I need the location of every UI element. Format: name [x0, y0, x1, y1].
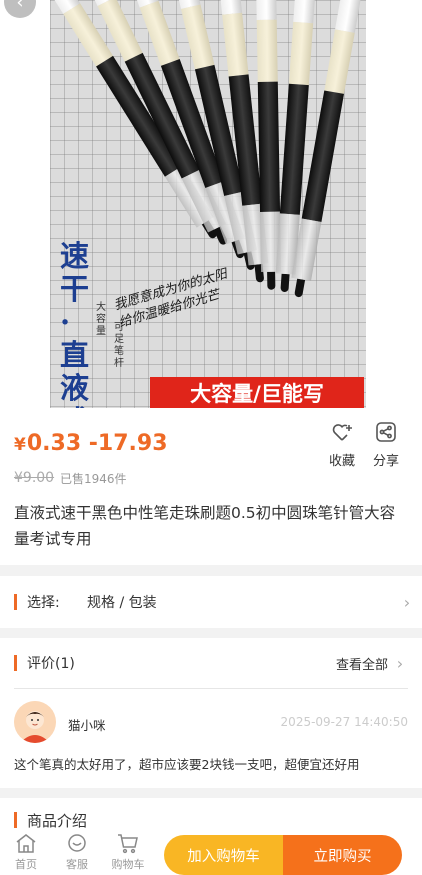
review-item: 猫小咪 2025-09-27 14:40:50: [0, 689, 422, 751]
home-icon: [16, 834, 36, 853]
share-label: 分享: [372, 454, 399, 469]
spec-selector-label: 选择:: [27, 595, 60, 611]
sold-count: 已售1946件: [60, 472, 127, 486]
spec-selector-value: 规格 / 包装: [87, 595, 157, 611]
product-photo: [50, 0, 366, 408]
add-to-cart-button[interactable]: 加入购物车: [164, 835, 283, 875]
section-accent-bar: [14, 594, 17, 610]
product-intro-heading: 商品介绍: [27, 811, 88, 830]
hero-vertical-title: 速干·直液式: [60, 239, 90, 409]
favorite-button[interactable]: 收藏: [322, 420, 362, 469]
price-section: ¥0.33 -17.93 ¥9.00 已售1946件 收藏 分享 直液式速干黑色…: [0, 408, 422, 565]
review-text: 这个笔真的太好用了，超市应该要2块钱一支吧，超便宜还好用: [14, 757, 360, 772]
chevron-right-icon: ›: [396, 653, 404, 673]
price-range: 0.33 -17.93: [26, 431, 168, 456]
heart-plus-icon: [332, 424, 352, 441]
hero-banner: 大容量/巨能写: [150, 377, 364, 408]
product-image[interactable]: ‹ 速干·直液式 大容量 可足笔杆 我愿意成为你的太阳 给你温暖给你光芒 大容量…: [0, 0, 422, 408]
original-price: ¥9.00: [14, 470, 55, 486]
buy-now-button[interactable]: 立即购买: [283, 835, 402, 875]
see-all-reviews-link[interactable]: 查看全部: [336, 654, 388, 673]
hero-subtext: 大容量: [96, 302, 106, 337]
review-date: 2025-09-27 14:40:50: [280, 715, 408, 729]
nav-cart-label: 购物车: [111, 858, 145, 871]
reviews-header: 评价(1) 查看全部 ›: [0, 638, 422, 688]
back-button[interactable]: ‹: [4, 0, 36, 18]
chevron-left-icon: ‹: [16, 0, 24, 13]
section-accent-bar: [14, 655, 17, 671]
product-detail-page: ‹ 速干·直液式 大容量 可足笔杆 我愿意成为你的太阳 给你温暖给你光芒 大容量…: [0, 0, 422, 875]
spec-selector[interactable]: 选择: 规格 / 包装 ›: [0, 576, 422, 628]
favorite-label: 收藏: [328, 454, 355, 469]
chevron-right-icon: ›: [403, 592, 411, 612]
reviewer-name: 猫小咪: [68, 718, 106, 733]
nav-customer-service[interactable]: 客服: [57, 832, 97, 872]
nav-cart[interactable]: 购物车: [108, 832, 148, 872]
customer-service-icon: [68, 834, 86, 852]
reviews-heading: 评价(1): [27, 656, 75, 672]
price: ¥0.33 -17.93: [14, 431, 168, 456]
avatar: [14, 701, 56, 743]
nav-home-label: 首页: [15, 858, 37, 871]
share-icon: [376, 422, 396, 442]
product-title: 直液式速干黑色中性笔走珠刷题0.5初中圆珠笔针管大容量考试专用: [14, 504, 396, 548]
nav-customer-service-label: 客服: [66, 858, 88, 871]
nav-home[interactable]: 首页: [6, 832, 46, 872]
cart-icon: [118, 834, 138, 854]
share-button[interactable]: 分享: [366, 420, 406, 469]
section-accent-bar: [14, 812, 17, 828]
currency-symbol: ¥: [14, 435, 26, 455]
bottom-action-bar: 首页 客服 购物车 加入购物车 立即购买: [0, 830, 422, 875]
reviews-section: 评价(1) 查看全部 › 猫小咪 2025-09-27 14:40:50 这个笔…: [0, 638, 422, 788]
